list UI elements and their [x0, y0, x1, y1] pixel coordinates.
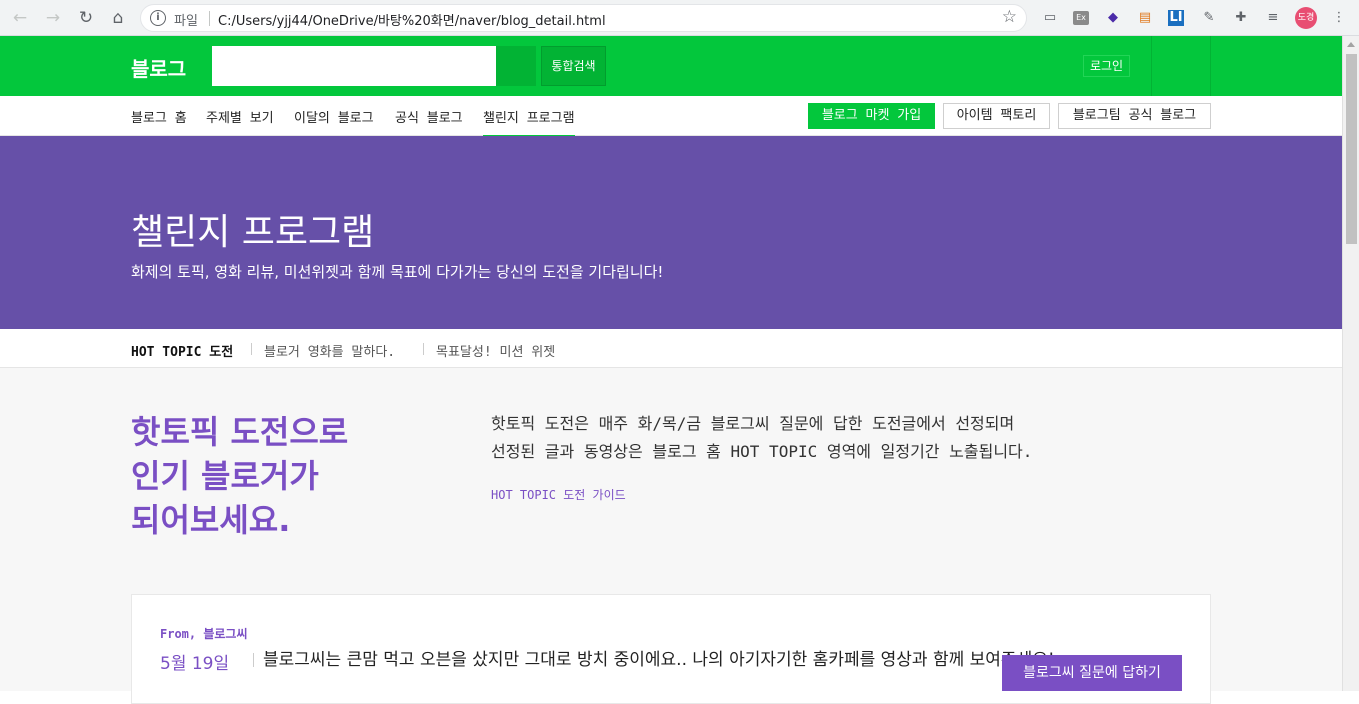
browser-toolbar: ← → ↻ ⌂ i 파일 C:/Users/yjj44/OneDrive/바탕%…	[0, 0, 1359, 36]
forward-arrow-icon[interactable]: →	[42, 7, 64, 29]
puzzle-extension-icon[interactable]: ✚	[1232, 9, 1250, 27]
search-input[interactable]	[212, 46, 496, 86]
tab-divider	[423, 343, 424, 355]
diamond-extension-icon[interactable]: ◆	[1104, 9, 1122, 27]
intro-desc-line: 핫토픽 도전은 매주 화/목/금 블로그씨 질문에 답한 도전글에서 선정되며	[491, 414, 1015, 433]
menu-dots-icon[interactable]: ⋮	[1330, 9, 1348, 27]
home-icon[interactable]: ⌂	[107, 7, 129, 29]
info-icon[interactable]: i	[150, 10, 166, 26]
scroll-thumb[interactable]	[1346, 54, 1357, 244]
header-divider	[1151, 36, 1152, 96]
integrated-search-button[interactable]: 통합검색	[541, 46, 606, 86]
card-from: From, 블로그씨	[160, 627, 248, 641]
tab-divider	[251, 343, 252, 355]
blog-logo[interactable]: 블로그	[131, 53, 186, 82]
item-factory-button[interactable]: 아이템 팩토리	[943, 103, 1050, 129]
intro-title-line: 되어보세요.	[131, 501, 291, 539]
official-blog-button[interactable]: 블로그팀 공식 블로그	[1058, 103, 1211, 129]
tab-hot-topic[interactable]: HOT TOPIC 도전	[131, 341, 233, 360]
tab-movie[interactable]: 블로거 영화를 말하다.	[264, 341, 395, 360]
url-text[interactable]: C:/Users/yjj44/OneDrive/바탕%20화면/naver/bl…	[218, 10, 606, 29]
ex-extension-icon[interactable]: Ex	[1073, 11, 1089, 25]
intro-title-line: 핫토픽 도전으로	[131, 413, 349, 451]
main-content: 핫토픽 도전으로 인기 블로거가 되어보세요. 핫토픽 도전은 매주 화/목/금…	[0, 368, 1342, 704]
scroll-up-icon[interactable]	[1347, 42, 1355, 47]
challenge-tabs: HOT TOPIC 도전 블로거 영화를 말하다. 목표달성! 미션 위젯	[0, 329, 1342, 368]
intro-title: 핫토픽 도전으로 인기 블로거가 되어보세요.	[131, 410, 431, 542]
address-divider	[209, 11, 210, 26]
nav-challenge-program[interactable]: 챌린지 프로그램	[483, 107, 575, 137]
page-scrollbar[interactable]	[1342, 36, 1359, 691]
url-scheme-label: 파일	[174, 14, 198, 29]
intro-title-line: 인기 블로거가	[131, 457, 319, 495]
login-button[interactable]: 로그인	[1083, 55, 1130, 77]
answer-question-button[interactable]: 블로그씨 질문에 답하기	[1002, 655, 1182, 691]
profile-avatar[interactable]: 도경	[1295, 7, 1317, 29]
hero-banner: 챌린지 프로그램 화제의 토픽, 영화 리뷰, 미션위젯과 함께 목표에 다가가…	[0, 136, 1342, 329]
star-icon[interactable]: ☆	[1002, 7, 1017, 27]
eyedropper-extension-icon[interactable]: ✎	[1200, 9, 1218, 27]
card-question: 블로그씨는 큰맘 먹고 오븐을 샀지만 그대로 방치 중이에요.. 나의 아기자…	[263, 650, 1055, 670]
hero-subtitle: 화제의 토픽, 영화 리뷰, 미션위젯과 함께 목표에 다가가는 당신의 도전을…	[131, 263, 664, 281]
site-header: 블로그 통합검색 로그인	[0, 36, 1342, 96]
intro-desc-line: 선정된 글과 동영상은 블로그 홈 HOT TOPIC 영역에 일정기간 노출됩…	[491, 442, 1033, 461]
card-date: 5월 19일	[160, 654, 230, 674]
question-card: From, 블로그씨 5월 19일 블로그씨는 큰맘 먹고 오븐을 샀지만 그대…	[131, 594, 1211, 704]
reload-icon[interactable]: ↻	[75, 7, 97, 29]
header-divider	[1210, 36, 1211, 96]
reading-list-icon[interactable]: ≡	[1264, 9, 1282, 27]
nav-official-blog[interactable]: 공식 블로그	[395, 107, 463, 126]
back-arrow-icon[interactable]: ←	[9, 7, 31, 29]
card-divider	[253, 653, 254, 667]
note-extension-icon[interactable]: ▤	[1136, 9, 1154, 27]
nav-topics[interactable]: 주제별 보기	[206, 107, 274, 126]
hero-title: 챌린지 프로그램	[131, 212, 375, 253]
li-extension-icon[interactable]: LI	[1168, 10, 1184, 26]
tab-mission-widget[interactable]: 목표달성! 미션 위젯	[436, 341, 555, 360]
nav-blog-home[interactable]: 블로그 홈	[131, 107, 187, 126]
cast-extension-icon[interactable]: ▭	[1041, 9, 1059, 27]
intro-description: 핫토픽 도전은 매주 화/목/금 블로그씨 질문에 답한 도전글에서 선정되며 …	[491, 410, 1131, 466]
address-bar[interactable]: i 파일 C:/Users/yjj44/OneDrive/바탕%20화면/nav…	[140, 4, 1027, 32]
blog-market-join-button[interactable]: 블로그 마켓 가입	[808, 103, 935, 129]
sub-navigation: 블로그 홈 주제별 보기 이달의 블로그 공식 블로그 챌린지 프로그램 블로그…	[0, 96, 1342, 137]
nav-blog-of-month[interactable]: 이달의 블로그	[294, 107, 374, 126]
search-option-button[interactable]	[496, 46, 536, 86]
hot-topic-guide-link[interactable]: HOT TOPIC 도전 가이드	[491, 486, 626, 503]
